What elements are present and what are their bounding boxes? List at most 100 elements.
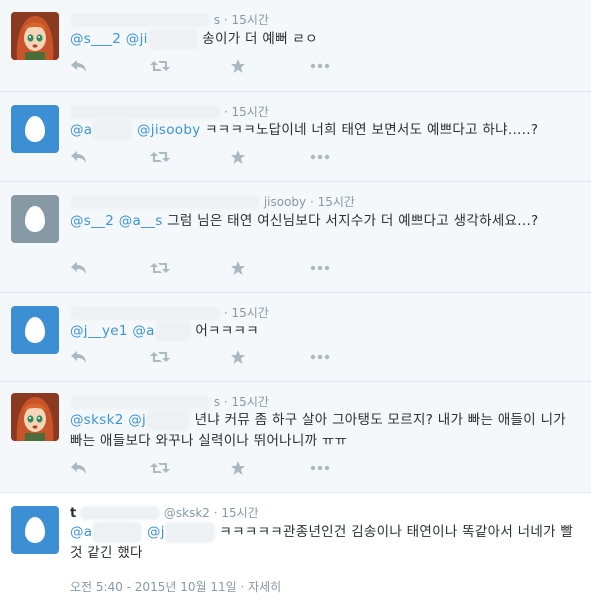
tweet-time[interactable]: 15시간	[232, 395, 269, 409]
reply-icon	[71, 462, 86, 474]
more-icon	[310, 154, 330, 160]
tweet-body: ㅋㅋㅋㅋ노답이네 너희 태연 보면서도 예쁘다고 하냐.....?	[205, 122, 539, 138]
user-name[interactable]: t	[70, 506, 76, 521]
tweet-body: 어ㅋㅋㅋㅋ	[195, 323, 259, 339]
tweet-text: @ax @jisooby ㅋㅋㅋㅋ노답이네 너희 태연 보면서도 예쁘다고 하냐…	[70, 120, 577, 141]
tweet-time[interactable]: 15시간	[232, 13, 269, 27]
reply-icon	[71, 151, 86, 163]
more-button[interactable]	[310, 154, 390, 160]
more-button[interactable]	[310, 354, 390, 360]
tweet-actions	[70, 349, 390, 365]
user-name[interactable]: x	[70, 395, 210, 409]
mention-link[interactable]: @a__s	[119, 213, 163, 229]
tweet-header: x s · 15시간	[70, 11, 269, 28]
tweet-time[interactable]: 15시간	[221, 506, 258, 520]
redacted-name: x	[80, 506, 161, 520]
user-name[interactable]: x	[70, 13, 210, 27]
mention-link[interactable]: @j	[128, 412, 146, 428]
tweet-time[interactable]: 15시간	[231, 306, 268, 320]
mention-link[interactable]: @jisooby	[137, 122, 201, 138]
user-handle[interactable]: jisooby	[264, 195, 306, 209]
tweet-text: @ax @jx ㅋㅋㅋㅋㅋ관종년인건 김송이나 태연이나 똑같아서 너네가 빨 …	[70, 522, 577, 564]
avatar[interactable]	[11, 195, 59, 243]
mention-link[interactable]: @a	[70, 122, 92, 138]
retweet-button[interactable]	[150, 261, 230, 275]
tweet-time[interactable]: 15시간	[318, 195, 355, 209]
tweet-text: @sksk2 @jx 년냐 커뮤 좀 하구 살아 그아탱도 모르지? 내가 빠는…	[70, 410, 577, 452]
reply-button[interactable]	[70, 261, 150, 275]
tweet-focused[interactable]: t x @sksk2 · 15시간 @ax @jx ㅋㅋㅋㅋㅋ관종년인건 김송이…	[0, 493, 591, 606]
tweet[interactable]: x · 15시간 @j__ye1 @ax 어ㅋㅋㅋㅋ	[0, 293, 591, 382]
tweet[interactable]: x s · 15시간 @sksk2 @jx 년냐 커뮤 좀 하구 살아 그아탱도…	[0, 382, 591, 493]
tweet-meta: 오전 5:40 - 2015년 10월 11일 · 자세히	[70, 580, 282, 594]
user-name[interactable]: x	[70, 306, 220, 320]
mention-link[interactable]: @s___2	[70, 31, 121, 47]
user-handle[interactable]: s	[214, 395, 220, 409]
tweet-actions	[70, 460, 390, 476]
favorite-button[interactable]	[230, 260, 310, 276]
mention-link[interactable]: @a	[70, 524, 92, 540]
user-handle[interactable]: s	[214, 13, 220, 27]
avatar[interactable]	[11, 506, 59, 554]
avatar[interactable]	[11, 105, 59, 153]
favorite-button[interactable]	[230, 58, 310, 74]
tweet-text: @j__ye1 @ax 어ㅋㅋㅋㅋ	[70, 321, 577, 342]
retweet-icon	[150, 463, 170, 473]
details-link[interactable]: 자세히	[248, 580, 281, 594]
avatar[interactable]	[11, 306, 59, 354]
user-handle[interactable]: @sksk2	[164, 506, 210, 520]
reply-button[interactable]	[70, 150, 150, 164]
star-icon	[231, 59, 245, 73]
egg-icon	[25, 116, 45, 142]
star-icon	[231, 350, 245, 364]
tweet[interactable]: x s · 15시간 @s___2 @jix 송이가 더 예뻐 ㄹㅇ	[0, 0, 591, 92]
retweet-button[interactable]	[150, 350, 230, 364]
mention-link[interactable]: @a	[132, 323, 154, 339]
tweet-actions	[70, 260, 390, 276]
mention-link[interactable]: @s__2	[70, 213, 114, 229]
egg-icon	[25, 517, 45, 543]
more-icon	[310, 354, 330, 360]
favorite-button[interactable]	[230, 349, 310, 365]
user-name[interactable]: x	[70, 195, 260, 209]
reply-icon	[71, 60, 86, 72]
egg-icon	[25, 317, 45, 343]
tweet-body: 그럼 님은 태연 여신님보다 서지수가 더 예쁘다고 생각하세요...?	[167, 213, 539, 229]
retweet-button[interactable]	[150, 150, 230, 164]
reply-button[interactable]	[70, 59, 150, 73]
tweet-actions	[70, 58, 390, 74]
favorite-button[interactable]	[230, 460, 310, 476]
tweet-timestamp[interactable]: 오전 5:40 - 2015년 10월 11일	[70, 580, 237, 594]
tweet-time[interactable]: 15시간	[231, 105, 268, 119]
tweet-header: x jisooby · 15시간	[70, 193, 355, 210]
tweet-header: x · 15시간	[70, 103, 269, 120]
more-button[interactable]	[310, 465, 390, 471]
retweet-icon	[150, 352, 170, 362]
retweet-button[interactable]	[150, 461, 230, 475]
more-button[interactable]	[310, 265, 390, 271]
tweet-header: t x @sksk2 · 15시간	[70, 506, 259, 521]
tweet-header: x s · 15시간	[70, 393, 269, 410]
tweet-body: ㅋㅋㅋㅋㅋ관종년인건 김송이나 태연이나 똑같아서 너네가 빨 것 같긴 했다	[70, 524, 574, 561]
mention-link[interactable]: @j	[147, 524, 165, 540]
retweet-icon	[150, 152, 170, 162]
reply-button[interactable]	[70, 350, 150, 364]
avatar[interactable]	[11, 12, 59, 60]
avatar[interactable]	[11, 393, 59, 441]
mention-link[interactable]: @ji	[126, 31, 148, 47]
mention-link[interactable]: @j__ye1	[70, 323, 128, 339]
favorite-button[interactable]	[230, 149, 310, 165]
user-name[interactable]: x	[70, 105, 220, 119]
tweet[interactable]: x · 15시간 @ax @jisooby ㅋㅋㅋㅋ노답이네 너희 태연 보면서…	[0, 92, 591, 182]
star-icon	[231, 150, 245, 164]
reply-icon	[71, 262, 86, 274]
more-button[interactable]	[310, 63, 390, 69]
anime-avatar-icon	[11, 12, 59, 60]
reply-button[interactable]	[70, 461, 150, 475]
mention-link[interactable]: @sksk2	[70, 412, 124, 428]
redacted-text: x	[146, 410, 191, 431]
redacted-text: x	[154, 321, 191, 342]
tweet[interactable]: x jisooby · 15시간 @s__2 @a__s 그럼 님은 태연 여신…	[0, 182, 591, 293]
retweet-button[interactable]	[150, 59, 230, 73]
redacted-text: x	[92, 522, 143, 543]
